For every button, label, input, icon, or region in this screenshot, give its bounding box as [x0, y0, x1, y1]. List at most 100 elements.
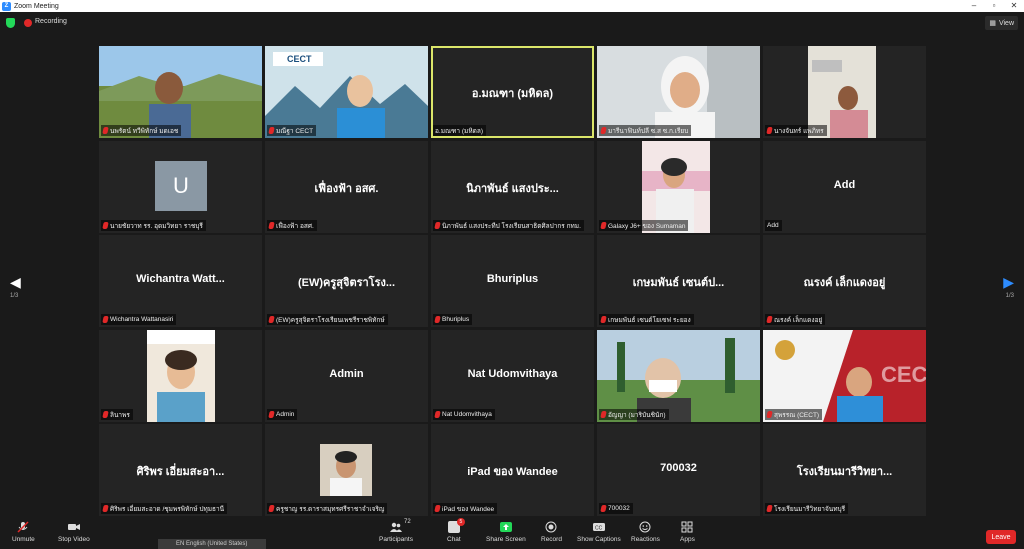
- muted-mic-icon: [434, 222, 441, 229]
- record-icon: [545, 521, 557, 533]
- participant-name-display: iPad ของ Wandee: [467, 466, 558, 478]
- muted-mic-icon: [766, 411, 773, 418]
- participant-tile[interactable]: 700032 700032: [597, 424, 760, 516]
- participant-tile[interactable]: มารีนาฟินท์ปลี ซ.ส ซ.ก.เรียบ: [597, 46, 760, 138]
- muted-microphone-icon: [17, 521, 29, 533]
- participant-tile-active-speaker[interactable]: อ.มณฑา (มหิดล) อ.มณฑา (มหิดล): [431, 46, 594, 138]
- view-label: View: [998, 19, 1014, 27]
- muted-mic-icon: [102, 505, 109, 512]
- participant-tile[interactable]: Add Add: [763, 141, 926, 233]
- participant-tile[interactable]: Admin Admin: [265, 330, 428, 422]
- participant-name-label: Bhuriplus: [433, 314, 473, 325]
- record-button[interactable]: Record: [541, 521, 562, 543]
- window-controls: – ▫ ✕: [964, 0, 1024, 12]
- participant-tile[interactable]: เกษมพันธ์ เซนต์ป... เกษมพันธ์ เซนต์โยเซฟ…: [597, 235, 760, 327]
- participant-tile[interactable]: Galaxy J6+ ของ Sumaman: [597, 141, 760, 233]
- muted-mic-icon: [102, 127, 109, 134]
- stop-video-button[interactable]: Stop Video: [58, 521, 90, 543]
- svg-text:CECT: CECT: [881, 362, 926, 387]
- maximize-icon[interactable]: ▫: [984, 0, 1004, 12]
- participant-tile[interactable]: Wichantra Watt... Wichantra Wattanasiri: [99, 235, 262, 327]
- participant-tile[interactable]: นางจันทร์ แพภิทร: [763, 46, 926, 138]
- muted-mic-icon: [268, 505, 275, 512]
- participant-name-label: อัญญา (มาริบันชินัก): [599, 409, 669, 420]
- muted-mic-icon: [268, 411, 275, 418]
- participant-name-display: เฟื่องฟ้า อสศ.: [314, 183, 379, 195]
- participant-name-label: Wichantra Wattanasiri: [101, 314, 177, 325]
- muted-mic-icon: [434, 411, 441, 418]
- participant-name-label: เกษมพันธ์ เซนต์โยเซฟ ระยอง: [599, 314, 694, 325]
- participant-tile[interactable]: Nat Udomvithaya Nat Udomvithaya: [431, 330, 594, 422]
- minimize-icon[interactable]: –: [964, 0, 984, 12]
- reactions-smiley-icon: [639, 521, 651, 533]
- show-captions-button[interactable]: CC Show Captions: [577, 521, 621, 543]
- participant-name-label: นายชัยวาท รร. อุดมวิทยา ราชบุรี: [101, 220, 206, 231]
- muted-mic-icon: [600, 411, 607, 418]
- participant-name-label: โรงเรียนมารีวิทยาจันทบุรี: [765, 503, 849, 514]
- leave-button[interactable]: Leave: [986, 530, 1016, 544]
- participant-tile[interactable]: ณรงค์ เล็กแดงอยู่ ณรงค์ เล็กแดงอยู่: [763, 235, 926, 327]
- participant-tile[interactable]: อัญญา (มาริบันชินัก): [597, 330, 760, 422]
- participant-name-label: สุพรรณ (CECT): [765, 409, 823, 420]
- unmute-button[interactable]: Unmute: [12, 521, 35, 543]
- participant-name-display: Nat Udomvithaya: [467, 368, 558, 380]
- participant-tile[interactable]: เฟื่องฟ้า อสศ. เฟื่องฟ้า อสศ.: [265, 141, 428, 233]
- participant-tile[interactable]: iPad ของ Wandee iPad ของ Wandee: [431, 424, 594, 516]
- muted-mic-icon: [600, 505, 607, 512]
- participant-name-label: นิภาพันธ์ แสงประทีป โรงเรียนสาธิตศิลปากร…: [433, 220, 584, 231]
- apps-icon: [681, 521, 693, 533]
- participant-name-label: Galaxy J6+ ของ Sumaman: [599, 220, 689, 231]
- record-indicator-icon: [24, 19, 32, 27]
- participant-tile[interactable]: ลินาพร: [99, 330, 262, 422]
- participant-name-label: นางจันทร์ แพภิทร: [765, 125, 827, 136]
- participant-name-display: 700032: [660, 462, 697, 474]
- participants-count: 72: [404, 519, 411, 525]
- participant-name-label: ลินาพร: [101, 409, 133, 420]
- participant-name-display: อ.มณฑา (มหิดล): [471, 88, 554, 100]
- participant-name-label: นพรัตน์ ทวีพิทักษ์ มดเอช: [101, 125, 182, 136]
- next-page-arrow-icon[interactable]: ▶: [1003, 274, 1014, 291]
- participant-name-label: Admin: [267, 409, 298, 420]
- participant-name-display: Admin: [329, 368, 364, 380]
- participant-name-label: 700032: [599, 503, 633, 514]
- participant-name-label: เฟื่องฟ้า อสศ.: [267, 220, 317, 231]
- participant-tile[interactable]: CECT มณีฐา CECT: [265, 46, 428, 138]
- video-feed: [147, 330, 215, 422]
- participant-name-display: นิภาพันธ์ แสงประ...: [466, 183, 559, 195]
- avatar: U: [155, 161, 207, 211]
- participant-tile[interactable]: โรงเรียนมารีวิทยา... โรงเรียนมารีวิทยาจั…: [763, 424, 926, 516]
- participant-name-label: ครูชาญ รร.ดาราสมุทรศรีราชาจำเจริญ: [267, 503, 388, 514]
- participant-name-label: ศิริพร เอี่ยมสะอาด /ชุมพรพิทักษ์ ปทุมธาน…: [101, 503, 228, 514]
- participant-tile[interactable]: ครูชาญ รร.ดาราสมุทรศรีราชาจำเจริญ: [265, 424, 428, 516]
- recording-label: Recording: [35, 18, 67, 25]
- muted-mic-icon: [268, 222, 275, 229]
- apps-button[interactable]: Apps: [680, 521, 695, 543]
- participant-name-label: Add: [765, 220, 782, 231]
- participant-tile[interactable]: U นายชัยวาท รร. อุดมวิทยา ราชบุรี: [99, 141, 262, 233]
- page-indicator-left: 1/3: [10, 293, 19, 299]
- participant-tile[interactable]: (EW)ครูสุจิตราโรง... (EW)ครูสุจิตราโรงเร…: [265, 235, 428, 327]
- participant-name-label: Nat Udomvithaya: [433, 409, 495, 420]
- participant-tile[interactable]: CECT สุพรรณ (CECT): [763, 330, 926, 422]
- svg-text:CECT: CECT: [287, 54, 312, 64]
- prev-page-arrow-icon[interactable]: ◀: [10, 274, 21, 291]
- muted-mic-icon: [434, 505, 441, 512]
- muted-mic-icon: [600, 316, 607, 323]
- reactions-button[interactable]: Reactions: [631, 521, 660, 543]
- muted-mic-icon: [766, 127, 773, 134]
- meeting-top-bar: Recording ▦ View: [0, 12, 1024, 34]
- muted-mic-icon: [102, 222, 109, 229]
- participant-tile[interactable]: นพรัตน์ ทวีพิทักษ์ มดเอช: [99, 46, 262, 138]
- share-screen-button[interactable]: Share Screen: [486, 521, 526, 543]
- participant-tile[interactable]: ศิริพร เอี่ยมสะอา... ศิริพร เอี่ยมสะอาด …: [99, 424, 262, 516]
- participant-tile[interactable]: Bhuriplus Bhuriplus: [431, 235, 594, 327]
- muted-mic-icon: [268, 316, 275, 323]
- close-icon[interactable]: ✕: [1004, 0, 1024, 12]
- muted-mic-icon: [268, 127, 275, 134]
- captions-icon: CC: [592, 523, 605, 532]
- avatar: [320, 444, 372, 496]
- participant-tile[interactable]: นิภาพันธ์ แสงประ... นิภาพันธ์ แสงประทีป …: [431, 141, 594, 233]
- view-button[interactable]: ▦ View: [985, 16, 1018, 30]
- shield-icon[interactable]: [6, 18, 15, 28]
- chat-button[interactable]: 5 Chat: [447, 518, 465, 543]
